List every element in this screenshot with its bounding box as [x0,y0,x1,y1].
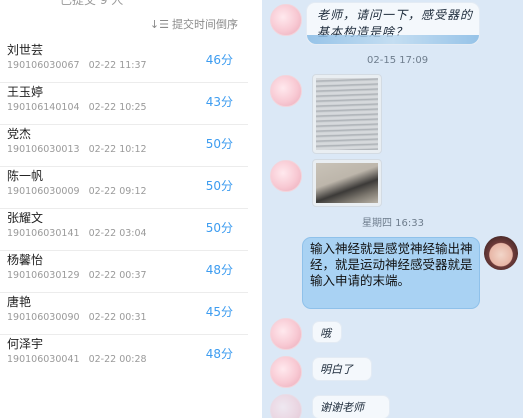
student-avatar[interactable] [270,318,302,350]
sort-label: 提交时间倒序 [172,18,238,31]
student-meta: 190106030129 02-22 00:37 [7,270,147,281]
student-score: 43分 [205,95,233,109]
list-header-cut: 已提交 9 人 [60,0,124,7]
student-score: 50分 [205,137,233,151]
message-bubble-understood[interactable]: 明白了 [312,357,372,381]
table-row[interactable]: 何泽宇 190106030041 02-22 00:28 48分 [0,335,248,363]
student-name: 唐艳 [7,295,32,309]
student-score: 48分 [205,347,233,361]
image-message[interactable] [312,159,382,207]
student-meta: 190106140104 02-22 10:25 [7,102,147,113]
student-meta: 190106030009 02-22 09:12 [7,186,147,197]
table-row[interactable]: 张耀文 190106030141 02-22 03:04 50分 [0,209,248,251]
student-meta: 190106030141 02-22 03:04 [7,228,147,239]
message-text: 输入神经就是感觉神经输出神经，就是运动神经感受器就是输入申请的末端。 [310,241,473,288]
table-row[interactable]: 陈一帆 190106030009 02-22 09:12 50分 [0,167,248,209]
table-row[interactable]: 唐艳 190106030090 02-22 00:31 45分 [0,293,248,335]
message-text: 谢谢老师 [320,401,364,414]
message-text: 哦 [320,327,331,340]
student-name: 王玉婷 [7,85,44,99]
student-score: 46分 [205,53,233,67]
sort-icon: ↓☰ [149,17,169,31]
message-bubble-question[interactable]: 老师，请问一下，感受器的基本构造是啥？ [306,2,480,45]
student-name: 何泽宇 [7,337,44,351]
table-row[interactable]: 党杰 190106030013 02-22 10:12 50分 [0,125,248,167]
sort-toggle[interactable]: ↓☰ 提交时间倒序 [150,16,238,32]
chat-panel: 老师，请问一下，感受器的基本构造是啥？ 02-15 17:09 星期四 16:3… [262,0,523,418]
student-meta: 190106030067 02-22 11:37 [7,60,147,71]
student-avatar[interactable] [270,75,302,107]
student-avatar[interactable] [270,356,302,388]
student-score: 50分 [205,179,233,193]
message-bubble-teacher-reply[interactable]: 输入神经就是感觉神经输出神经，就是运动神经感受器就是输入申请的末端。 [302,237,480,309]
message-bubble-thanks[interactable]: 谢谢老师 [312,395,390,418]
student-score: 48分 [205,263,233,277]
photo-thumbnail [316,78,378,150]
student-avatar[interactable] [270,394,302,418]
student-meta: 190106030013 02-22 10:12 [7,144,147,155]
bubble-wave-decoration [307,35,479,44]
table-row[interactable]: 杨馨怡 190106030129 02-22 00:37 48分 [0,251,248,293]
table-row[interactable]: 王玉婷 190106140104 02-22 10:25 43分 [0,83,248,125]
student-name: 刘世芸 [7,43,44,57]
table-row[interactable]: 刘世芸 190106030067 02-22 11:37 46分 [0,41,248,83]
student-score: 50分 [205,221,233,235]
student-name: 杨馨怡 [7,253,44,267]
student-name: 陈一帆 [7,169,44,183]
image-message[interactable] [312,74,382,154]
student-avatar[interactable] [270,4,302,36]
student-meta: 190106030041 02-22 00:28 [7,354,147,363]
student-meta: 190106030090 02-22 00:31 [7,312,147,323]
student-name: 党杰 [7,127,32,141]
message-text: 明白了 [320,363,353,376]
chat-timestamp: 02-15 17:09 [367,55,429,66]
submission-list-panel: 已提交 9 人 ↓☰ 提交时间倒序 刘世芸 190106030067 02-22… [0,0,260,418]
message-bubble-oh[interactable]: 哦 [312,321,342,343]
student-score: 45分 [205,305,233,319]
student-avatar[interactable] [270,160,302,192]
chat-timestamp: 星期四 16:33 [362,218,424,229]
student-name: 张耀文 [7,211,44,225]
teacher-avatar[interactable] [484,236,518,270]
photo-thumbnail [316,163,378,203]
